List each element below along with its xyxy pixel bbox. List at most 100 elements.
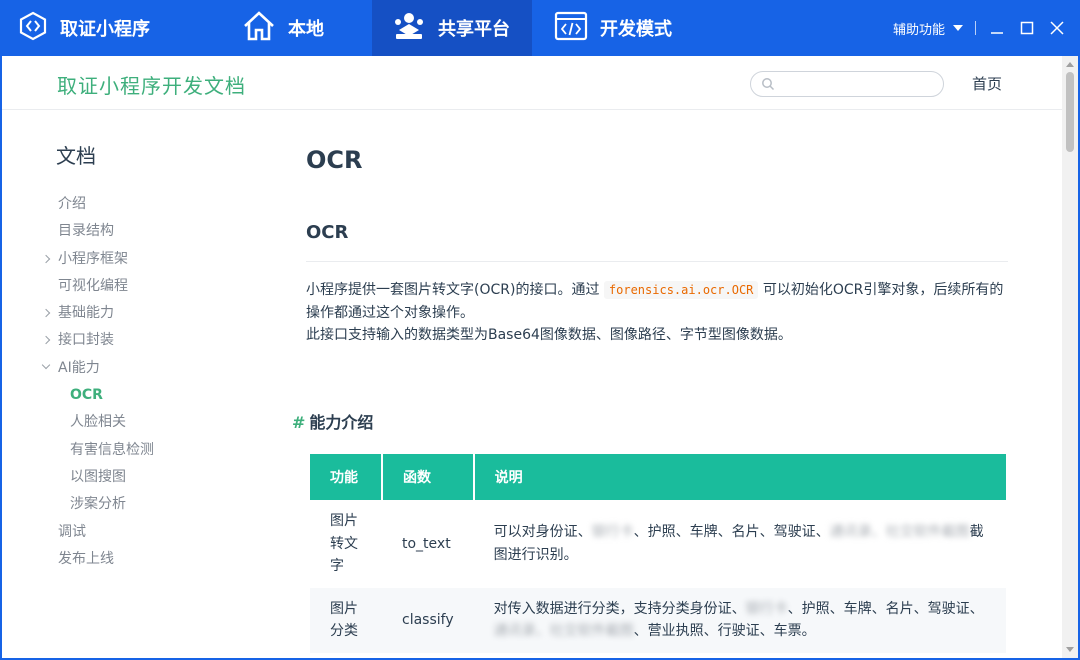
redacted-text: 银行卡 [591, 524, 634, 541]
table-cell-function: classify [382, 587, 474, 653]
sidebar-heading: 文档 [56, 144, 96, 168]
site-title[interactable]: 取证小程序开发文档 [57, 70, 246, 99]
intro-text-before: 小程序提供一套图片转文字(OCR)的接口。通过 [306, 282, 600, 298]
capability-table: 功能 函数 说明 图片转文字 to_text 可以对身份证、银行卡、护照、车牌、… [310, 454, 1006, 653]
table-row: 图片转文字 to_text 可以对身份证、银行卡、护照、车牌、名片、驾驶证、通讯… [310, 500, 1006, 588]
page-title: OCR [306, 146, 363, 174]
redacted-text: 银行卡 [745, 600, 788, 617]
desc-text: 、营业执照、行驶证、车票。 [633, 623, 816, 639]
scroll-down-icon[interactable] [1066, 647, 1074, 652]
sidebar-item[interactable]: 可视化编程 [40, 273, 260, 300]
close-button[interactable] [1048, 19, 1066, 37]
table-cell-description: 可以对身份证、银行卡、护照、车牌、名片、驾驶证、通讯录、社交软件截图截图进行识别… [474, 500, 1006, 588]
table-cell-feature: 图片分类 [310, 587, 382, 653]
redacted-text: 通讯录、社交软件截图 [829, 524, 970, 541]
sidebar-item-label: 调试 [58, 523, 86, 540]
tab-local[interactable]: 本地 [197, 0, 372, 56]
sidebar-item[interactable]: OCR [40, 382, 260, 409]
brand: 取证小程序 [0, 0, 197, 56]
chevron-right-icon [41, 254, 51, 263]
inline-code: forensics.ai.ocr.OCR [603, 281, 759, 299]
minimize-icon [991, 32, 1003, 34]
home-icon [242, 10, 276, 47]
code-icon [554, 10, 588, 47]
table-header-function: 函数 [382, 454, 475, 500]
sidebar-item-label: 基础能力 [58, 305, 114, 322]
sidebar-item-label: AI能力 [58, 359, 100, 376]
sidebar-item-label: 有害信息检测 [70, 441, 154, 458]
sidebar-item-label: 人脸相关 [70, 414, 126, 431]
table-header-feature: 功能 [310, 454, 383, 500]
desc-text: 、护照、车牌、名片、驾驶证、 [633, 524, 830, 541]
desc-text: 对传入数据进行分类，支持分类身份证、 [493, 600, 746, 617]
assist-label: 辅助功能 [892, 22, 945, 38]
sidebar-item[interactable]: 调试 [40, 519, 260, 546]
redacted-text: 通讯录、社交软件截图 [493, 623, 634, 639]
share-platform-icon [392, 10, 426, 47]
chevron-right-icon [41, 308, 51, 318]
window-controls: 辅助功能 [893, 0, 1080, 56]
scroll-up-icon[interactable] [1066, 62, 1074, 67]
sidebar-item-label: 接口封装 [58, 332, 114, 349]
intro-line-2: 此接口支持输入的数据类型为Base64图像数据、图像路径、字节型图像数据。 [306, 327, 792, 343]
minimize-button[interactable] [988, 19, 1006, 37]
maximize-icon [1020, 21, 1034, 35]
sidebar-item[interactable]: 目录结构 [40, 218, 260, 245]
table-cell-description: 对传入数据进行分类，支持分类身份证、银行卡、护照、车牌、名片、驾驶证、通讯录、社… [473, 587, 1006, 653]
sidebar-item-label: 小程序框架 [58, 250, 128, 267]
titlebar-divider [975, 21, 976, 35]
table-header-row: 功能 函数 说明 [310, 454, 1006, 500]
tab-share-platform-label: 共享平台 [438, 19, 510, 40]
table-cell-function: to_text [402, 535, 451, 552]
sidebar-item[interactable]: 接口封装 [40, 327, 260, 354]
brand-logo-icon [18, 11, 48, 45]
subsection-title-text: 能力介绍 [309, 413, 374, 432]
vertical-scrollbar[interactable] [1062, 56, 1078, 658]
sidebar-item[interactable]: 发布上线 [40, 546, 260, 573]
sidebar-item-label: 以图搜图 [70, 468, 126, 485]
sidebar-list: 介绍目录结构小程序框架可视化编程基础能力接口封装 AI能力 OCR 人脸相关有害信息检… [40, 191, 260, 573]
tab-share-platform[interactable]: 共享平台 [372, 0, 532, 56]
sidebar-item[interactable]: 介绍 [40, 191, 260, 218]
desc-text: 、护照、车牌、名片、驾驶证、 [787, 600, 984, 617]
chevron-down-icon [41, 360, 51, 370]
docs-sidebar: 文档 介绍目录结构小程序框架可视化编程基础能力接口封装 AI能力 OCR 人脸相关有害… [40, 140, 260, 573]
sidebar-item[interactable]: AI能力 [40, 355, 260, 382]
sidebar-item-label: OCR [70, 387, 103, 404]
home-link[interactable]: 首页 [972, 73, 1002, 94]
window-titlebar: 取证小程序 本地 共享平台 开发模式 辅助功能 [0, 0, 1080, 56]
desc-text: 可以对身份证、 [493, 524, 592, 541]
tab-dev-mode-label: 开发模式 [600, 19, 672, 40]
section-divider [306, 261, 1008, 262]
subsection-title: # 能力介绍 [292, 409, 373, 433]
search-icon [762, 78, 775, 91]
search-input[interactable] [781, 76, 931, 92]
sidebar-item-label: 目录结构 [58, 223, 114, 240]
intro-paragraph: 小程序提供一套图片转文字(OCR)的接口。通过 forensics.ai.ocr… [306, 279, 1006, 347]
scrollbar-thumb[interactable] [1066, 72, 1074, 152]
sidebar-item[interactable]: 小程序框架 [40, 246, 260, 273]
sidebar-item[interactable]: 人脸相关 [40, 409, 260, 436]
brand-label: 取证小程序 [60, 19, 150, 40]
anchor-hash-link[interactable]: # [292, 413, 305, 432]
sidebar-item[interactable]: 涉案分析 [40, 491, 260, 518]
search-box[interactable] [750, 71, 944, 97]
assist-menu-button[interactable]: 辅助功能 [893, 19, 963, 38]
table-cell-feature: 图片转文字 [330, 513, 358, 574]
section-title: OCR [306, 222, 349, 243]
table-header-description: 说明 [473, 454, 1006, 500]
chevron-right-icon [41, 336, 51, 345]
close-icon [1050, 21, 1064, 35]
tab-dev-mode[interactable]: 开发模式 [532, 0, 702, 56]
sidebar-item[interactable]: 以图搜图 [40, 464, 260, 491]
table-row: 图片分类 classify 对传入数据进行分类，支持分类身份证、银行卡、护照、车… [310, 587, 1006, 653]
sidebar-item-label: 涉案分析 [70, 496, 126, 513]
doc-navbar: 取证小程序开发文档 首页 [2, 56, 1062, 110]
sidebar-item-label: 发布上线 [58, 550, 114, 567]
maximize-button[interactable] [1018, 19, 1036, 37]
sidebar-item[interactable]: 基础能力 [40, 300, 260, 327]
tab-local-label: 本地 [288, 19, 324, 40]
sidebar-item-label: 可视化编程 [58, 277, 128, 294]
sidebar-item-label: 介绍 [58, 196, 86, 212]
sidebar-item[interactable]: 有害信息检测 [40, 437, 260, 464]
